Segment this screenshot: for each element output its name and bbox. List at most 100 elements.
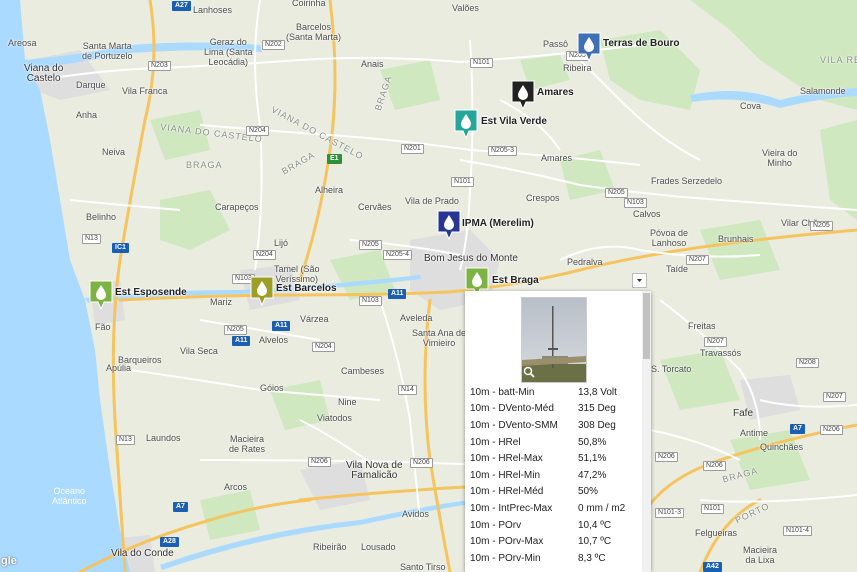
place-label: Macieira de Rates [229, 434, 266, 454]
place-label: Santa Ana de Vimieiro [412, 328, 467, 348]
reading-value: 47,2% [578, 469, 607, 481]
reading-name: 10m - POrv [470, 519, 522, 531]
road-shield: N205-3 [488, 146, 517, 156]
road-shield: A27 [172, 1, 191, 11]
place-label: Geraz do Lima (Santa Leocádia) [204, 37, 253, 67]
reading-value: 10,7 ºC [578, 536, 612, 548]
zoom-photo-icon[interactable] [523, 365, 535, 378]
road-shield: N101 [701, 504, 724, 514]
road-shield: A11 [272, 321, 291, 331]
place-label: Calvos [633, 209, 661, 219]
reading-value: 0 mm / m2 [578, 502, 626, 514]
reading-value: 50,8% [578, 436, 607, 448]
place-label: Valões [452, 3, 479, 13]
place-label: Freitas [688, 321, 716, 331]
reading-value: 10,4 ºC [578, 519, 612, 531]
place-label: Vieira do Minho [762, 148, 798, 168]
place-label: Travassós [700, 348, 742, 358]
raindrop-pin-icon [577, 32, 601, 62]
station-marker-ipma-merelim[interactable] [437, 210, 461, 240]
road-shield: A7 [173, 502, 188, 512]
place-label: Laundos [146, 433, 181, 443]
reading-value: 13,8 Volt [578, 386, 617, 398]
place-label: Taíde [666, 264, 689, 274]
place-label: Cervães [358, 202, 392, 212]
caret-down-icon [637, 279, 642, 282]
place-label: Pedralva [567, 257, 603, 267]
road-shield: N13 [116, 435, 135, 445]
station-label: IPMA (Merelim) [462, 218, 534, 229]
table-row: 10m - POrv-Max 10,7 ºC [468, 533, 627, 550]
place-label: Lousado [361, 542, 396, 552]
place-label: Vila de Prado [405, 196, 459, 206]
place-label: Belinho [86, 212, 117, 222]
road-shield: N103 [624, 198, 647, 208]
map-canvas[interactable]: VIANA DO CASTELO VIANA DO CASTELO BRAGA … [0, 0, 857, 572]
table-row: 10m - POrv-Min 8,3 ºC [468, 550, 627, 567]
place-label: Barcelos (Santa Marta) [286, 22, 342, 42]
road-shield: N101 [451, 177, 474, 187]
road-shield: N103 [359, 296, 382, 306]
station-marker-est-barcelos[interactable] [250, 276, 274, 306]
place-label: Anais [361, 59, 384, 69]
place-label: Carapeços [215, 202, 259, 212]
road-shield: N206 [655, 452, 678, 462]
road-shield: A11 [388, 289, 407, 299]
station-marker-terras-de-bouro[interactable] [577, 32, 601, 62]
station-marker-est-vila-verde[interactable] [454, 109, 478, 139]
place-label: Nine [338, 397, 357, 407]
table-row: 10m - batt-Min 13,8 Volt [468, 384, 627, 401]
place-label: Neiva [102, 147, 126, 157]
popup-scrollbar[interactable] [642, 291, 651, 572]
google-attribution[interactable]: gle [1, 555, 17, 567]
road-shield: N207 [686, 255, 709, 265]
reading-name: 10m - HRel-Max [470, 453, 543, 465]
station-info-popup[interactable]: 10m - batt-Min 13,8 Volt 10m - DVento-Méd… [465, 291, 651, 572]
place-label: Frades Serzedelo [651, 176, 723, 186]
raindrop-pin-icon [511, 80, 535, 110]
raindrop-pin-icon [437, 210, 461, 240]
place-label: Cambeses [341, 366, 385, 376]
road-shield: N205 [810, 221, 833, 231]
table-row: 10m - IntPrec-Max 0 mm / m2 [468, 500, 627, 517]
reading-name: 10m - POrv-Min [470, 552, 541, 564]
road-shield: A11 [232, 336, 251, 346]
reading-name: 10m - POrv-Max [470, 536, 544, 548]
place-label: Vila do Conde [111, 548, 174, 559]
station-readings-table: 10m - batt-Min 13,8 Volt 10m - DVento-Méd… [468, 384, 627, 567]
place-label: Salamonde [800, 86, 846, 96]
place-label: Aveleda [400, 313, 433, 323]
place-label: Brunhais [718, 234, 754, 244]
reading-name: 10m - batt-Min [470, 386, 535, 398]
station-label: Est Braga [492, 275, 539, 286]
road-shield: N204 [312, 342, 335, 352]
station-label: Est Esposende [115, 287, 187, 298]
road-shield: N205 [224, 325, 247, 335]
table-row: 10m - POrv 10,4 ºC [468, 517, 627, 534]
place-label: Amares [541, 153, 573, 163]
road-shield: N203 [148, 61, 171, 71]
road-shield: N201 [401, 144, 424, 154]
station-label: Est Vila Verde [481, 116, 547, 127]
raindrop-pin-icon [250, 276, 274, 306]
place-label: Várzea [300, 314, 329, 324]
place-label: Lanhoses [193, 5, 233, 15]
road-shield: N206 [410, 458, 433, 468]
station-marker-est-esposende[interactable] [89, 280, 113, 310]
raindrop-pin-icon [454, 109, 478, 139]
scrollbar-thumb[interactable] [643, 293, 650, 359]
table-row: 10m - HRel-Max 51,1% [468, 450, 627, 467]
road-shield: N204 [253, 250, 276, 260]
road-shield: A7 [790, 424, 805, 434]
raindrop-pin-icon [89, 280, 113, 310]
road-shield: N207 [704, 337, 727, 347]
popup-dropdown-button[interactable] [632, 273, 647, 288]
place-label: Mariz [210, 297, 232, 307]
station-marker-amares[interactable] [511, 80, 535, 110]
place-label: Viana do Castelo [24, 63, 64, 84]
place-label: Ribeirão [313, 542, 347, 552]
place-label: Areosa [8, 38, 37, 48]
region-label: VILA REAL [820, 55, 857, 65]
station-label: Est Barcelos [276, 283, 337, 294]
reading-name: 10m - DVento-Méd [470, 403, 554, 415]
